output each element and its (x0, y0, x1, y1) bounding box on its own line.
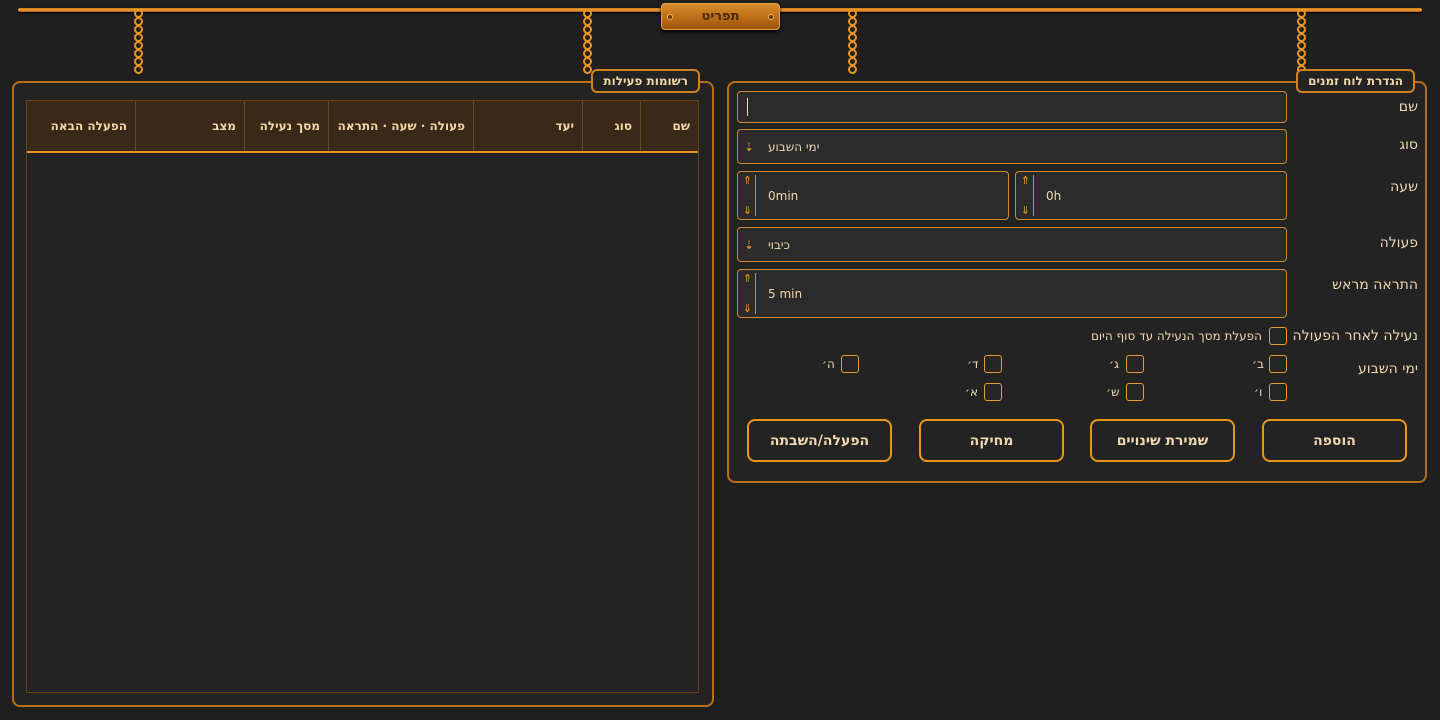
rivet-icon (768, 14, 774, 20)
advance-warning-spinbox[interactable]: ⇑ ⇓ 5 min (737, 269, 1287, 318)
lock-after-label: נעילה לאחר הפעולה (1292, 328, 1418, 344)
save-changes-button[interactable]: שמירת שינויים (1090, 419, 1235, 462)
weekday-label: ג׳ (1109, 357, 1119, 371)
weekdays-label: ימי השבוע (1358, 361, 1418, 377)
spin-up-icon[interactable]: ⇑ (1021, 175, 1030, 186)
spin-down-icon[interactable]: ⇓ (1021, 205, 1030, 216)
spin-down-icon[interactable]: ⇓ (743, 205, 752, 216)
toggle-button[interactable]: הפעלה/השבתה (747, 419, 892, 462)
weekday-checkbox-sun[interactable] (984, 383, 1002, 401)
name-input[interactable] (737, 91, 1287, 123)
weekday-label: ד׳ (967, 357, 979, 371)
action-dropdown[interactable]: ⇣ כיבוי (737, 227, 1287, 262)
weekday-checkbox-wed[interactable] (984, 355, 1002, 373)
delete-button[interactable]: מחיקה (919, 419, 1064, 462)
column-header-target[interactable]: יעד (473, 101, 582, 151)
column-header-next-run[interactable]: הפעלה הבאה (27, 101, 135, 151)
weekday-checkbox-mon[interactable] (1269, 355, 1287, 373)
name-label: שם (1398, 99, 1418, 115)
spinner-controls: ⇑ ⇓ (1018, 175, 1034, 216)
weekday-label: א׳ (965, 385, 979, 399)
column-header-name[interactable]: שם (640, 101, 698, 151)
hours-spinbox[interactable]: ⇑ ⇓ 0h (1015, 171, 1287, 220)
weekday-label: ש׳ (1106, 385, 1120, 399)
lock-screen-checkbox-label: הפעלת מסך הנעילה עד סוף היום (1090, 329, 1262, 343)
add-button[interactable]: הוספה (1262, 419, 1407, 462)
minutes-spinbox[interactable]: ⇑ ⇓ 0min (737, 171, 1009, 220)
weekday-label: ו׳ (1254, 385, 1263, 399)
spin-up-icon[interactable]: ⇑ (743, 175, 752, 186)
chain-icon (580, 9, 594, 80)
chain-icon (131, 9, 145, 80)
table-header: שם סוג יעד פעולה · שעה · התראה מסך נעילה… (27, 101, 698, 153)
time-label: שעה (1390, 179, 1418, 195)
rivet-icon (667, 14, 673, 20)
hours-value: 0h (1046, 188, 1062, 203)
weekday-checkbox-fri[interactable] (1269, 383, 1287, 401)
column-header-action-time-warning[interactable]: פעולה · שעה · התראה (328, 101, 473, 151)
activity-table[interactable]: שם סוג יעד פעולה · שעה · התראה מסך נעילה… (26, 100, 699, 693)
lock-screen-checkbox[interactable] (1269, 327, 1287, 345)
chain-icon (845, 9, 859, 80)
weekday-checkbox-tue[interactable] (1126, 355, 1144, 373)
advance-warning-value: 5 min (768, 286, 803, 301)
type-dropdown[interactable]: ⇣ ימי השבוע (737, 129, 1287, 164)
menu-label: תפריט (701, 9, 740, 24)
column-header-lock-screen[interactable]: מסך נעילה (244, 101, 328, 151)
spinner-controls: ⇑ ⇓ (740, 175, 756, 216)
dropdown-arrow-icon: ⇣ (744, 237, 755, 252)
action-label: פעולה (1379, 235, 1418, 251)
column-header-status[interactable]: מצב (135, 101, 244, 151)
minutes-value: 0min (768, 188, 799, 203)
weekday-checkbox-thu[interactable] (841, 355, 859, 373)
dropdown-arrow-icon: ⇣ (744, 139, 755, 154)
spinner-controls: ⇑ ⇓ (740, 273, 756, 314)
spin-down-icon[interactable]: ⇓ (743, 303, 752, 314)
advance-warning-label: התראה מראש (1332, 277, 1418, 293)
column-header-type[interactable]: סוג (582, 101, 640, 151)
type-label: סוג (1399, 137, 1418, 153)
spin-up-icon[interactable]: ⇑ (743, 273, 752, 284)
menu-button[interactable]: תפריט (661, 3, 780, 30)
type-value: ימי השבוע (768, 139, 820, 154)
panel-title: הגדרת לוח זמנים (1296, 69, 1415, 93)
text-cursor (747, 98, 748, 116)
weekday-checkbox-sat[interactable] (1126, 383, 1144, 401)
weekday-label: ה׳ (822, 357, 835, 371)
panel-title: רשומות פעילות (591, 69, 700, 93)
weekday-label: ב׳ (1252, 357, 1264, 371)
action-value: כיבוי (768, 237, 790, 252)
